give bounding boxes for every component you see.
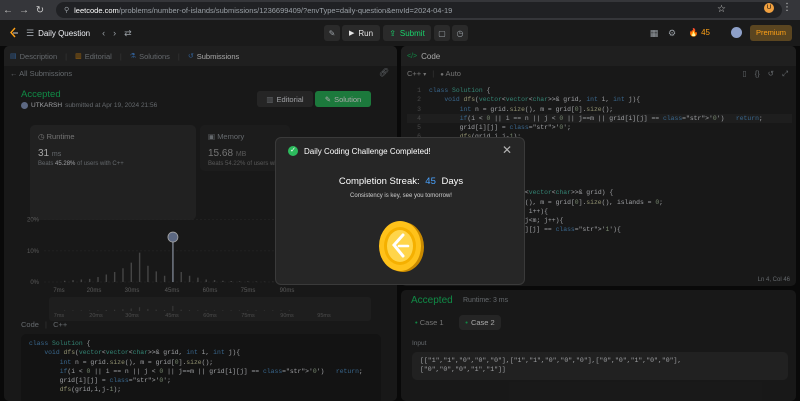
browser-menu-icon[interactable]: ⋮ [782, 0, 792, 16]
submit-button[interactable]: ⇪ Submit [383, 25, 431, 41]
close-icon[interactable]: ✕ [502, 143, 512, 157]
fire-icon: 🔥 [688, 28, 699, 37]
streak-value: 45 [425, 176, 436, 187]
run-label: Run [358, 28, 374, 38]
submit-label: Submit [399, 28, 425, 38]
debug-button[interactable]: ✎ [324, 25, 340, 41]
user-avatar[interactable] [731, 27, 742, 38]
run-button[interactable]: ▶ Run [342, 25, 380, 41]
layout-icon[interactable]: ▦ [646, 25, 662, 41]
modal-message: Consistency is key, see you tomorrow! [350, 193, 452, 199]
streak-counter[interactable]: 🔥 45 [689, 25, 710, 41]
next-problem-icon[interactable]: › [113, 28, 116, 38]
bug-icon: ✎ [328, 28, 336, 38]
daily-challenge-modal: ✓ Daily Coding Challenge Completed! ✕ Co… [275, 137, 525, 285]
reload-icon[interactable]: ↻ [32, 5, 48, 16]
streak-count: 45 [701, 28, 710, 37]
prev-problem-icon[interactable]: ‹ [102, 28, 105, 38]
success-check-icon: ✓ [288, 146, 298, 156]
leetcode-logo-icon[interactable] [8, 27, 20, 39]
streak-unit: Days [441, 176, 464, 187]
profile-avatar[interactable]: U [764, 3, 774, 13]
streak-line: Completion Streak: 45 Days [276, 176, 526, 187]
daily-question-title[interactable]: Daily Question [38, 29, 90, 38]
settings-gear-icon[interactable]: ⚙ [664, 25, 680, 41]
url-path: /problems/number-of-islands/submissions/… [118, 5, 453, 15]
site-info-icon[interactable]: ⚲ [64, 6, 69, 14]
notes-button[interactable]: ▢ [434, 25, 450, 41]
back-arrow-icon[interactable]: ← [0, 5, 16, 16]
shuffle-icon[interactable]: ⇄ [124, 28, 132, 39]
gold-coin-icon [379, 221, 424, 272]
play-icon: ▶ [348, 30, 355, 37]
modal-header: ✓ Daily Coding Challenge Completed! [288, 146, 431, 156]
timer-icon: ◷ [456, 28, 464, 38]
timer-button[interactable]: ◷ [452, 25, 468, 41]
streak-label: Completion Streak: [338, 176, 420, 187]
premium-button[interactable]: Premium [750, 25, 792, 41]
problem-list-icon[interactable]: ☰ [26, 28, 34, 39]
leetcode-topbar: ☰ Daily Question ‹ › ⇄ ✎ ▶ Run ⇪ Submit ▢ … [0, 20, 800, 46]
modal-title: Daily Coding Challenge Completed! [304, 146, 431, 156]
upload-icon: ⇪ [389, 28, 396, 38]
note-icon: ▢ [438, 28, 446, 38]
browser-toolbar: ← → ↻ ⚲ leetcode.com/problems/number-of-… [0, 0, 800, 20]
url-host: leetcode.com [74, 5, 119, 15]
forward-arrow-icon[interactable]: → [16, 5, 32, 16]
bookmark-star-icon[interactable]: ☆ [717, 2, 726, 18]
address-bar[interactable]: ⚲ leetcode.com/problems/number-of-island… [56, 2, 782, 18]
